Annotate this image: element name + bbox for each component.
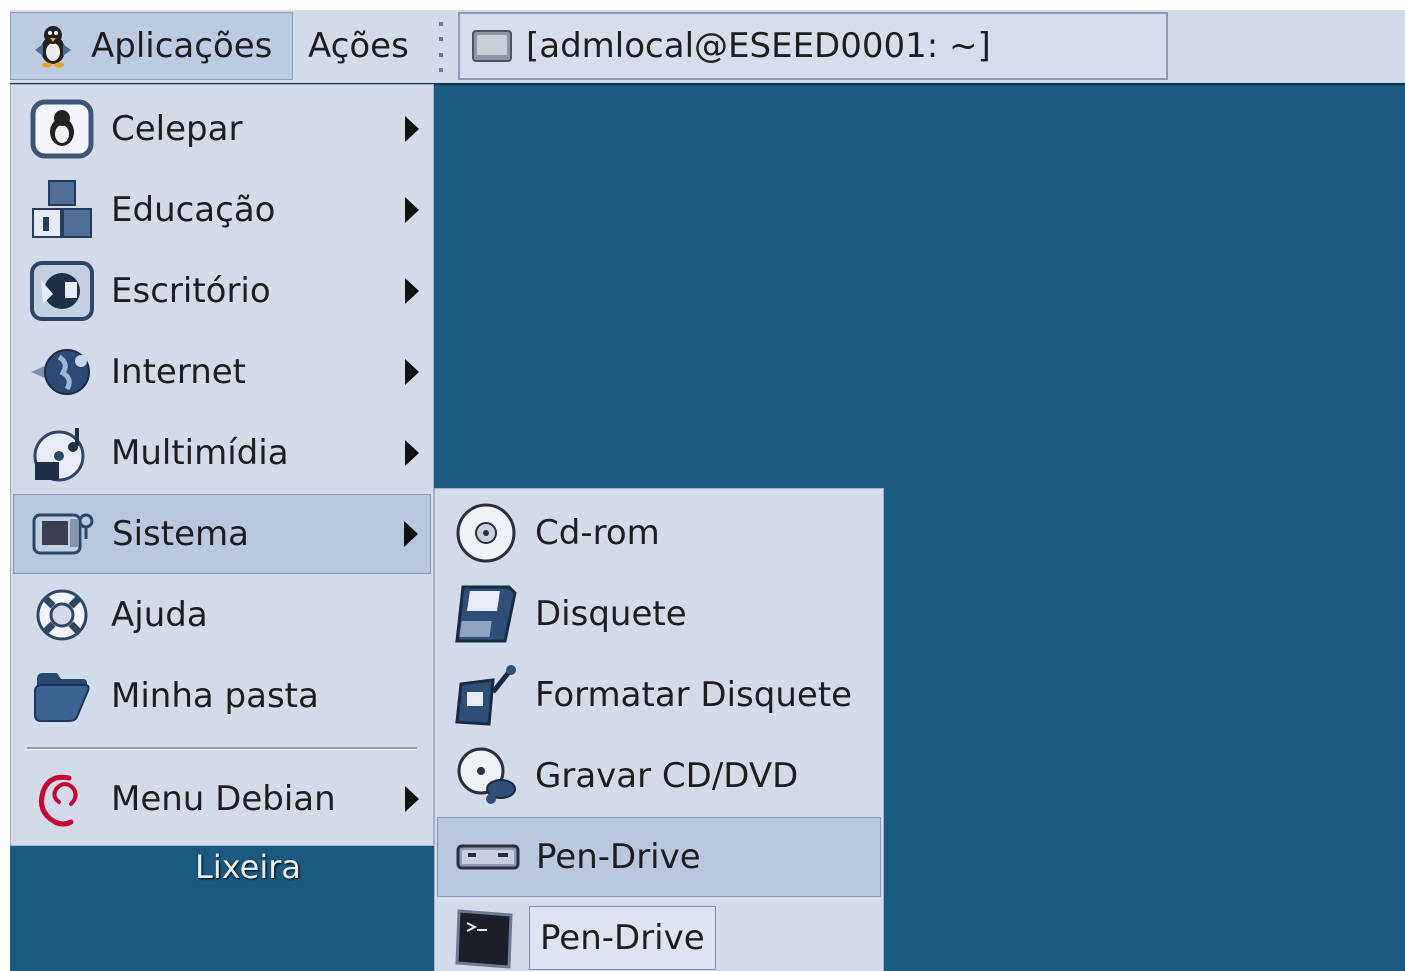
multimedia-disc-icon xyxy=(27,420,97,486)
actions-label: Ações xyxy=(308,26,409,66)
menu-item-minha-pasta[interactable]: Minha pasta xyxy=(13,656,431,736)
submenu-item-label: Formatar Disquete xyxy=(535,675,853,715)
taskbar-window-title: [admlocal@ESEED0001: ~] xyxy=(526,26,991,66)
submenu-item-formatar-disquete[interactable]: Formatar Disquete xyxy=(437,655,881,735)
menu-item-escritorio[interactable]: Escritório xyxy=(13,251,431,331)
menu-item-celepar[interactable]: Celepar xyxy=(13,89,431,169)
globe-icon xyxy=(27,339,97,405)
actions-menu-button[interactable]: Ações xyxy=(298,12,428,80)
submenu-arrow-icon xyxy=(404,521,418,547)
submenu-arrow-icon xyxy=(405,440,419,466)
submenu-item-label: Cd-rom xyxy=(535,513,660,553)
submenu-arrow-icon xyxy=(405,359,419,385)
screen: Aplicações Ações [admlocal@ESEED0001: ~]… xyxy=(10,10,1405,971)
trash-desktop-label[interactable]: Lixeira xyxy=(195,848,301,886)
submenu-item-label: Disquete xyxy=(535,594,687,634)
menu-item-label: Educação xyxy=(111,190,276,230)
education-blocks-icon xyxy=(27,177,97,243)
system-computer-icon xyxy=(28,501,98,567)
submenu-item-pen-drive[interactable]: Pen-Drive xyxy=(437,817,881,897)
floppy-icon xyxy=(451,581,521,647)
menu-item-sistema[interactable]: Sistema xyxy=(13,494,431,574)
submenu-item-label: Pen-Drive xyxy=(536,837,701,877)
menu-item-ajuda[interactable]: Ajuda xyxy=(13,575,431,655)
menu-item-menu-debian[interactable]: Menu Debian xyxy=(13,759,431,839)
terminal-window-icon xyxy=(472,30,512,62)
folder-icon xyxy=(27,663,97,729)
menu-item-label: Menu Debian xyxy=(111,779,336,819)
format-floppy-icon xyxy=(451,662,521,728)
submenu-arrow-icon xyxy=(405,786,419,812)
menu-separator xyxy=(27,747,417,750)
lifebuoy-help-icon xyxy=(27,582,97,648)
system-submenu: Cd-rom Disquete Formatar Disquete Gravar… xyxy=(434,488,884,971)
submenu-item-label: Gravar CD/DVD xyxy=(535,756,799,796)
submenu-item-gravar-cd-dvd[interactable]: Gravar CD/DVD xyxy=(437,736,881,816)
menu-item-label: Ajuda xyxy=(111,595,208,635)
submenu-item-cdrom[interactable]: Cd-rom xyxy=(437,493,881,573)
cdrom-icon xyxy=(451,500,521,566)
applications-menu: Celepar Educação Escritório Internet Mul… xyxy=(10,84,434,846)
panel-drag-handle[interactable] xyxy=(436,22,446,72)
celepar-penguin-icon xyxy=(27,96,97,162)
menu-item-educacao[interactable]: Educação xyxy=(13,170,431,250)
submenu-arrow-icon xyxy=(405,116,419,142)
menu-item-internet[interactable]: Internet xyxy=(13,332,431,412)
menu-item-label: Internet xyxy=(111,352,247,392)
office-icon xyxy=(27,258,97,324)
applications-label: Aplicações xyxy=(91,26,273,66)
submenu-item-terminal[interactable]: Pen-Drive xyxy=(437,898,881,971)
submenu-arrow-icon xyxy=(405,197,419,223)
menu-item-label: Minha pasta xyxy=(111,676,319,716)
submenu-item-disquete[interactable]: Disquete xyxy=(437,574,881,654)
menu-item-multimidia[interactable]: Multimídia xyxy=(13,413,431,493)
menu-item-label: Celepar xyxy=(111,109,243,149)
menu-item-label: Sistema xyxy=(112,514,249,554)
pen-drive-icon xyxy=(452,824,522,890)
menu-item-label: Multimídia xyxy=(111,433,289,473)
top-panel: Aplicações Ações [admlocal@ESEED0001: ~] xyxy=(10,10,1405,85)
taskbar-window-button[interactable]: [admlocal@ESEED0001: ~] xyxy=(458,12,1168,80)
submenu-arrow-icon xyxy=(405,278,419,304)
penguin-icon xyxy=(29,22,77,70)
debian-swirl-icon xyxy=(27,766,97,832)
burn-cd-icon xyxy=(451,743,521,809)
applications-menu-button[interactable]: Aplicações xyxy=(10,12,293,80)
terminal-icon xyxy=(451,905,521,971)
menu-item-label: Escritório xyxy=(111,271,271,311)
pen-drive-tooltip: Pen-Drive xyxy=(529,906,716,970)
